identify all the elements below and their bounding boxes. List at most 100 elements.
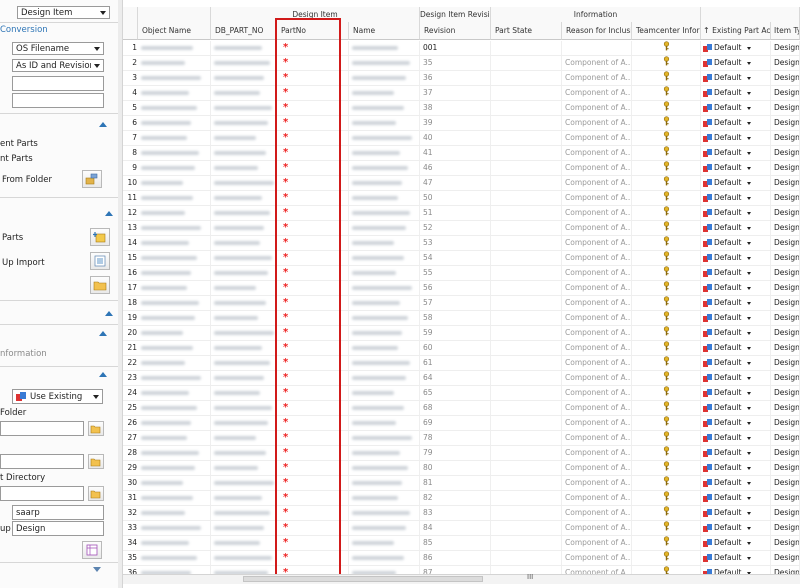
cell-part-state[interactable] [491, 401, 562, 415]
table-row[interactable]: 33 * 84 Component of A... Default Design [123, 521, 800, 536]
cell-name[interactable] [349, 491, 420, 505]
cell-part-state[interactable] [491, 116, 562, 130]
table-row[interactable]: 30 * 81 Component of A... Default Design [123, 476, 800, 491]
cell-item-type[interactable]: Design [771, 131, 800, 145]
cell-revision[interactable]: 60 [420, 341, 491, 355]
cell-partno[interactable]: * [277, 311, 349, 325]
table-row[interactable]: 25 * 68 Component of A... Default Design [123, 401, 800, 416]
cell-name[interactable] [349, 341, 420, 355]
cell-object-name[interactable] [138, 506, 211, 520]
cell-object-name[interactable] [138, 86, 211, 100]
cell-teamcenter-info[interactable] [632, 461, 701, 475]
cell-item-type[interactable]: Design [771, 446, 800, 460]
column-header-part-state[interactable]: Part State [491, 22, 562, 40]
cell-object-name[interactable] [138, 191, 211, 205]
cell-existing-part-action[interactable]: Default [701, 326, 771, 340]
table-row[interactable]: 35 * 86 Component of A... Default Design [123, 551, 800, 566]
table-row[interactable]: 23 * 64 Component of A... Default Design [123, 371, 800, 386]
cell-item-type[interactable]: Design [771, 536, 800, 550]
cell-item-type[interactable]: Design [771, 491, 800, 505]
column-header-existing-part[interactable]: ↑ Existing Part Ac [701, 22, 771, 40]
cell-partno[interactable]: * [277, 191, 349, 205]
add-parts-button[interactable] [90, 228, 110, 246]
cell-reason[interactable]: Component of A... [562, 161, 632, 175]
cell-reason[interactable]: Component of A... [562, 401, 632, 415]
column-header-name[interactable]: Name [349, 22, 420, 40]
column-header-teamcenter[interactable]: Teamcenter Informa [632, 22, 701, 40]
cell-existing-part-action[interactable]: Default [701, 191, 771, 205]
cell-db-part-no[interactable] [211, 401, 277, 415]
cell-partno[interactable]: * [277, 551, 349, 565]
column-header-revision[interactable]: Revision [420, 22, 491, 40]
cell-teamcenter-info[interactable] [632, 506, 701, 520]
cell-item-type[interactable]: Design [771, 461, 800, 475]
cell-object-name[interactable] [138, 401, 211, 415]
cell-reason[interactable]: Component of A... [562, 341, 632, 355]
cell-partno[interactable]: * [277, 386, 349, 400]
cell-item-type[interactable]: Design [771, 311, 800, 325]
cell-name[interactable] [349, 221, 420, 235]
cell-part-state[interactable] [491, 86, 562, 100]
cell-existing-part-action[interactable]: Default [701, 431, 771, 445]
id-revision-select[interactable]: As ID and Revision [12, 59, 104, 72]
cell-partno[interactable]: * [277, 491, 349, 505]
cell-reason[interactable]: Component of A... [562, 266, 632, 280]
cell-teamcenter-info[interactable] [632, 551, 701, 565]
cell-revision[interactable]: 40 [420, 131, 491, 145]
cell-reason[interactable]: Component of A... [562, 461, 632, 475]
cell-item-type[interactable]: Design [771, 341, 800, 355]
cell-partno[interactable]: * [277, 116, 349, 130]
cell-revision[interactable]: 56 [420, 281, 491, 295]
cell-item-type[interactable]: Design [771, 476, 800, 490]
settings-button[interactable] [82, 541, 102, 559]
cell-existing-part-action[interactable]: Default [701, 281, 771, 295]
table-row[interactable]: 1 * 001 Default Design [123, 41, 800, 56]
cell-part-state[interactable] [491, 281, 562, 295]
cell-revision[interactable]: 68 [420, 401, 491, 415]
cell-db-part-no[interactable] [211, 461, 277, 475]
cell-existing-part-action[interactable]: Default [701, 356, 771, 370]
cell-teamcenter-info[interactable] [632, 371, 701, 385]
cell-teamcenter-info[interactable] [632, 266, 701, 280]
cell-existing-part-action[interactable]: Default [701, 221, 771, 235]
cell-partno[interactable]: * [277, 281, 349, 295]
cell-teamcenter-info[interactable] [632, 41, 701, 55]
collapse-icon[interactable] [99, 331, 107, 336]
cell-name[interactable] [349, 431, 420, 445]
cell-object-name[interactable] [138, 461, 211, 475]
cell-part-state[interactable] [491, 551, 562, 565]
table-row[interactable]: 32 * 83 Component of A... Default Design [123, 506, 800, 521]
cell-reason[interactable]: Component of A... [562, 146, 632, 160]
cell-existing-part-action[interactable]: Default [701, 476, 771, 490]
cell-part-state[interactable] [491, 476, 562, 490]
cell-part-state[interactable] [491, 161, 562, 175]
cell-object-name[interactable] [138, 326, 211, 340]
cell-db-part-no[interactable] [211, 326, 277, 340]
cell-revision[interactable]: 86 [420, 551, 491, 565]
cell-existing-part-action[interactable]: Default [701, 56, 771, 70]
cell-revision[interactable]: 59 [420, 326, 491, 340]
cell-part-state[interactable] [491, 191, 562, 205]
table-row[interactable]: 9 * 46 Component of A... Default Design [123, 161, 800, 176]
cell-existing-part-action[interactable]: Default [701, 71, 771, 85]
cell-revision[interactable]: 35 [420, 56, 491, 70]
table-row[interactable]: 4 * 37 Component of A... Default Design [123, 86, 800, 101]
cell-name[interactable] [349, 56, 420, 70]
cell-existing-part-action[interactable]: Default [701, 206, 771, 220]
cell-item-type[interactable]: Design [771, 116, 800, 130]
cell-object-name[interactable] [138, 446, 211, 460]
cell-reason[interactable]: Component of A... [562, 281, 632, 295]
table-row[interactable]: 14 * 53 Component of A... Default Design [123, 236, 800, 251]
table-row[interactable]: 11 * 50 Component of A... Default Design [123, 191, 800, 206]
cell-name[interactable] [349, 236, 420, 250]
cell-object-name[interactable] [138, 161, 211, 175]
cell-object-name[interactable] [138, 206, 211, 220]
cell-partno[interactable]: * [277, 476, 349, 490]
cell-teamcenter-info[interactable] [632, 311, 701, 325]
cell-item-type[interactable]: Design [771, 431, 800, 445]
cell-reason[interactable]: Component of A... [562, 296, 632, 310]
cell-name[interactable] [349, 386, 420, 400]
cell-teamcenter-info[interactable] [632, 206, 701, 220]
cell-db-part-no[interactable] [211, 521, 277, 535]
cell-item-type[interactable]: Design [771, 551, 800, 565]
